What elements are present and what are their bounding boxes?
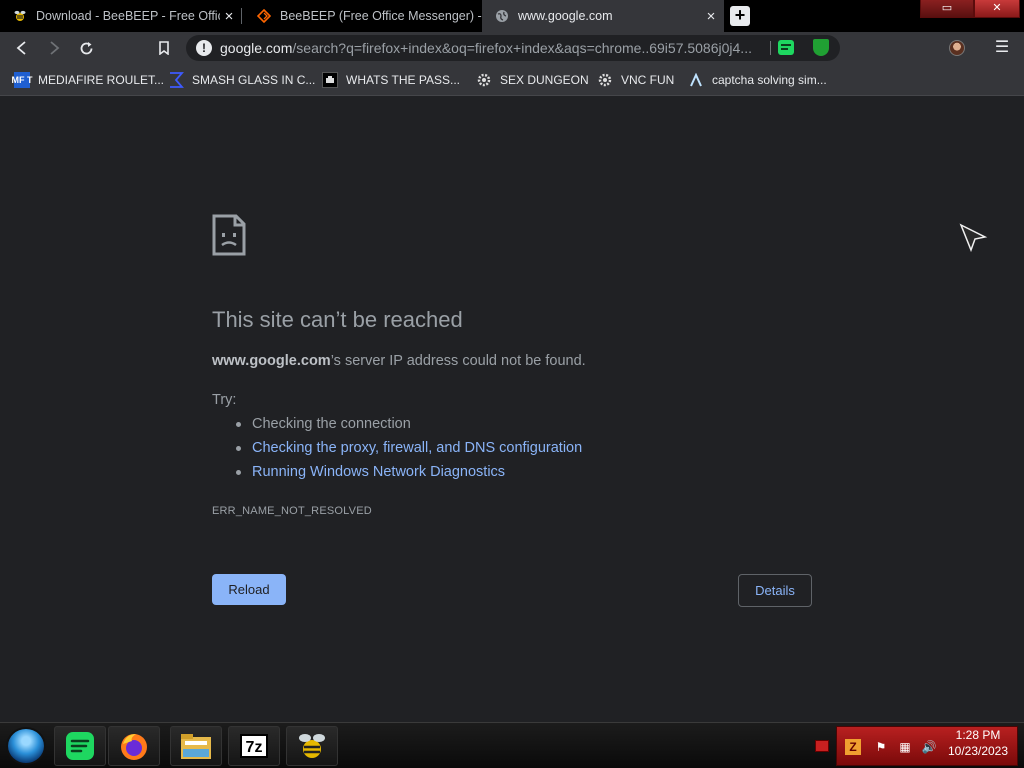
terminal-icon: [322, 72, 338, 88]
suggestion-check-proxy: Checking the proxy, firewall, and DNS co…: [236, 439, 582, 463]
gear-icon: [476, 72, 492, 88]
shield-extension-icon[interactable]: [813, 39, 829, 56]
bookmarks-bar: MF T MEDIAFIRE ROULET... SMASH GLASS IN …: [0, 64, 1024, 96]
volume-icon[interactable]: 🔊: [921, 739, 937, 755]
tab-separator: [241, 8, 242, 24]
back-button[interactable]: [10, 36, 34, 60]
clock-date: 10/23/2023: [947, 744, 1009, 758]
tab-strip: Download - BeeBEEP - Free Office × BeeBE…: [0, 0, 1024, 32]
forward-arrow-icon: [50, 41, 60, 55]
tray-app-icon[interactable]: Z: [845, 739, 861, 755]
bookmark-button[interactable]: [152, 36, 176, 60]
error-page: This site can’t be reached www.google.co…: [0, 97, 1024, 722]
taskbar-beebeep[interactable]: [286, 726, 338, 766]
reload-button[interactable]: Reload: [212, 574, 286, 605]
suggestion-check-connection: Checking the connection: [236, 415, 582, 439]
restore-window-button[interactable]: ▭: [920, 0, 974, 18]
address-bar[interactable]: ! google.com/search?q=firefox+index&oq=f…: [186, 35, 840, 61]
mouse-cursor-icon: [959, 223, 988, 253]
error-title: This site can’t be reached: [212, 307, 463, 332]
try-label: Try:: [212, 392, 237, 408]
url-text: google.com/search?q=firefox+index&oq=fir…: [220, 40, 752, 56]
spotify-extension-icon[interactable]: [778, 40, 794, 55]
action-center-flag-icon[interactable]: ⚑: [873, 739, 889, 755]
bookmark-whats-the-pass[interactable]: WHATS THE PASS...: [322, 71, 460, 89]
menu-icon[interactable]: ☰: [994, 40, 1010, 56]
taskbar: 7z Z ⚑ ▦ 🔊: [0, 722, 1024, 768]
tab-beebeep-download[interactable]: Download - BeeBEEP - Free Office ×: [0, 0, 242, 32]
bookmark-label: SMASH GLASS IN C...: [192, 73, 316, 87]
error-host: www.google.com: [212, 353, 331, 369]
bookmark-label: MEDIAFIRE ROULET...: [38, 73, 165, 87]
firefox-icon: [121, 734, 147, 760]
sad-page-icon: [212, 214, 246, 256]
details-button[interactable]: Details: [738, 574, 812, 607]
network-icon[interactable]: ▦: [897, 739, 913, 755]
taskbar-firefox[interactable]: [108, 726, 160, 766]
error-code: ERR_NAME_NOT_RESOLVED: [212, 505, 372, 517]
chevron-icon: [168, 72, 184, 88]
back-arrow-icon: [16, 41, 26, 55]
gear-icon: [597, 72, 613, 88]
reload-icon: [80, 41, 92, 54]
clock-time: 1:28 PM: [955, 728, 1001, 742]
close-window-button[interactable]: ✕: [974, 0, 1020, 18]
tab-title: www.google.com: [518, 9, 613, 23]
network-diagnostics-link[interactable]: Running Windows Network Diagnostics: [252, 464, 505, 480]
taskbar-file-explorer[interactable]: [170, 726, 222, 766]
bookmark-label: WHATS THE PASS...: [346, 73, 461, 87]
check-proxy-link[interactable]: Checking the proxy, firewall, and DNS co…: [252, 440, 582, 456]
taskbar-7zip[interactable]: 7z: [228, 726, 280, 766]
spotify-icon: [66, 732, 94, 760]
profile-avatar[interactable]: [949, 40, 965, 56]
beebeep-icon: [299, 734, 325, 758]
tab-title: Download - BeeBEEP - Free Office: [36, 9, 220, 23]
tab-close-icon[interactable]: ×: [220, 7, 238, 25]
tab-beebeep-messenger[interactable]: BeeBEEP (Free Office Messenger) -: [244, 0, 482, 32]
bookmark-icon: [159, 41, 169, 55]
address-divider: [770, 41, 771, 55]
bookmark-label: SEX DUNGEON: [500, 73, 589, 87]
sourceforge-icon: [256, 8, 272, 24]
tab-title: BeeBEEP (Free Office Messenger) -: [280, 9, 482, 23]
start-button[interactable]: [6, 727, 46, 765]
bookmark-smash-glass[interactable]: SMASH GLASS IN C...: [168, 71, 315, 89]
bookmark-sex-dungeon[interactable]: SEX DUNGEON: [476, 71, 589, 89]
new-tab-button[interactable]: +: [730, 6, 750, 26]
forward-button[interactable]: [42, 36, 66, 60]
tab-google[interactable]: www.google.com ×: [482, 0, 724, 32]
bookmark-captcha[interactable]: captcha solving sim...: [688, 71, 827, 89]
bookmark-label: captcha solving sim...: [712, 73, 827, 87]
file-explorer-icon: [181, 734, 211, 759]
suggestions-list: Checking the connection Checking the pro…: [236, 415, 582, 487]
mediafire-icon: MF T: [12, 72, 33, 88]
beebeep-icon: [12, 8, 28, 24]
lambda-icon: [688, 72, 704, 88]
globe-icon: [494, 8, 510, 24]
bookmark-vnc-fun[interactable]: VNC FUN: [597, 71, 674, 89]
bookmark-label: VNC FUN: [621, 73, 675, 87]
clock[interactable]: 1:28 PM 10/23/2023: [940, 727, 1016, 759]
tray-red-flag-icon[interactable]: [815, 740, 829, 752]
reload-toolbar-button[interactable]: [74, 36, 98, 60]
error-description: www.google.com’s server IP address could…: [212, 353, 586, 369]
browser-window: Download - BeeBEEP - Free Office × BeeBE…: [0, 0, 1024, 768]
taskbar-spotify[interactable]: [54, 726, 106, 766]
suggestion-network-diagnostics: Running Windows Network Diagnostics: [236, 463, 582, 487]
site-info-icon[interactable]: !: [196, 40, 212, 56]
tab-close-icon[interactable]: ×: [702, 7, 720, 25]
bookmark-mediafire[interactable]: MF T MEDIAFIRE ROULET...: [12, 71, 165, 89]
7zip-icon: 7z: [240, 734, 268, 758]
